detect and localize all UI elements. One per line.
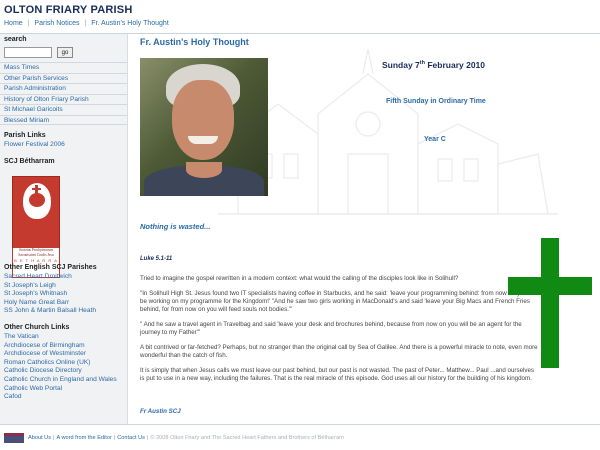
church-link[interactable]: The Vatican — [0, 333, 127, 342]
main-content: Fr. Austin's Holy Thought Sunday 7th Feb… — [130, 34, 600, 424]
search-input[interactable] — [4, 47, 52, 58]
nav-home-link[interactable]: Home — [4, 20, 23, 27]
fr-austin-portrait — [140, 58, 268, 196]
page-title: Fr. Austin's Holy Thought — [140, 37, 249, 47]
scj-parish-link[interactable]: St Joseph's Leigh — [0, 282, 127, 291]
search-heading: search — [4, 36, 27, 43]
liturgical-sunday: Fifth Sunday in Ordinary Time — [386, 98, 486, 105]
reflection-subtitle: Nothing is wasted... — [140, 222, 211, 231]
other-church-section: Other Church Links The Vatican Archdioce… — [0, 322, 127, 402]
footer-copyright: © 2008 Olton Friary and The Sacred Heart… — [150, 435, 344, 441]
footer-logo — [4, 433, 24, 443]
scj-parish-link[interactable]: Sacred Heart Droitwich — [0, 273, 127, 282]
portrait-neck — [186, 162, 222, 178]
cross-icon — [35, 185, 38, 195]
church-link[interactable]: Catholic Web Portal — [0, 385, 127, 394]
liturgical-year: Year C — [424, 136, 446, 143]
sidebar-item-blessed-miriam[interactable]: Blessed Miriam — [0, 114, 127, 125]
sidebar-item-parish-administration[interactable]: Parish Administration — [0, 83, 127, 94]
church-link[interactable]: Archdiocese of Birmingham — [0, 342, 127, 351]
nav-parish-notices-link[interactable]: Parish Notices — [34, 20, 79, 27]
sacred-heart-icon — [29, 193, 45, 207]
other-scj-section: Other English SCJ Parishes Sacred Heart … — [0, 262, 127, 316]
footer-links: About Us | A word from the Editor | Contact … — [28, 435, 344, 441]
scj-parish-link[interactable]: SS John & Martin Balsall Heath — [0, 307, 127, 316]
scj-parish-link[interactable]: St Joseph's Whitnash — [0, 290, 127, 299]
search-go-button[interactable]: go — [57, 47, 73, 58]
green-cross-icon — [508, 238, 592, 368]
church-watermark-icon — [218, 48, 558, 215]
church-link[interactable]: Catholic Church in England and Wales — [0, 376, 127, 385]
other-church-heading: Other Church Links — [4, 324, 70, 331]
author-signature: Fr Austin SCJ — [140, 408, 181, 415]
cross-vertical-beam — [541, 238, 559, 368]
reflection-paragraph: " And he saw a travel agent in Travelbag… — [140, 321, 522, 337]
site-title: OLTON FRIARY PARISH — [4, 4, 133, 16]
sidebar-menu: Mass Times Other Parish Services Parish … — [0, 62, 127, 125]
gospel-reference: Luke 5.1-11 — [140, 256, 173, 262]
flower-festival-link[interactable]: Flower Festival 2006 — [0, 141, 127, 150]
church-link[interactable]: Roman Catholics Online (UK) — [0, 359, 127, 368]
church-link[interactable]: Cafod — [0, 393, 127, 402]
sidebar-item-mass-times[interactable]: Mass Times — [0, 62, 127, 73]
portrait-face — [172, 80, 234, 160]
site-footer: About Us | A word from the Editor | Contact … — [0, 424, 600, 450]
cross-icon-bar — [32, 188, 41, 190]
nav-separator: | — [84, 20, 87, 27]
date-suffix: February 2010 — [425, 60, 486, 70]
parish-links-section: Parish Links Flower Festival 2006 — [0, 130, 127, 150]
sidebar-item-other-parish-services[interactable]: Other Parish Services — [0, 72, 127, 84]
top-navigation: Home | Parish Notices | Fr. Austin's Hol… — [4, 20, 169, 27]
footer-editor-link[interactable]: A word from the Editor — [56, 435, 111, 441]
sidebar-item-history[interactable]: History of Olton Friary Parish — [0, 93, 127, 105]
reflection-paragraph: It is simply that when Jesus calls we mu… — [140, 367, 535, 383]
scj-heading: SCJ Bétharram — [4, 158, 55, 165]
reflection-paragraph: "In Solihull High St. Jesus found two IT… — [140, 289, 531, 314]
nav-holy-thought-link[interactable]: Fr. Austin's Holy Thought — [91, 20, 168, 27]
scj-section: SCJ Bétharram Societas Presbyterorum Sac… — [0, 156, 127, 278]
cross-horizontal-beam — [508, 277, 592, 295]
church-link[interactable]: Catholic Diocese Directory — [0, 367, 127, 376]
footer-contact-link[interactable]: Contact Us — [117, 435, 145, 441]
scj-logo[interactable] — [12, 176, 60, 256]
portrait-smile — [188, 136, 218, 144]
date-prefix: Sunday 7 — [382, 60, 420, 70]
scj-parish-link[interactable]: Holy Name Great Barr — [0, 299, 127, 308]
footer-about-link[interactable]: About Us — [28, 435, 51, 441]
reflection-body: Tried to imagine the gospel rewritten in… — [140, 275, 538, 390]
church-link[interactable]: Archdiocese of Westminster — [0, 350, 127, 359]
reflection-paragraph: A bit contrived or far-fetched? Perhaps,… — [140, 344, 538, 360]
site-header: OLTON FRIARY PARISH Home | Parish Notice… — [0, 0, 600, 34]
other-scj-heading: Other English SCJ Parishes — [4, 264, 97, 271]
sunday-date: Sunday 7th February 2010 — [382, 60, 485, 70]
parish-links-heading: Parish Links — [4, 132, 46, 139]
sidebar-item-st-michael-garicoits[interactable]: St Michael Garicoits — [0, 104, 127, 115]
reflection-paragraph: Tried to imagine the gospel rewritten in… — [140, 275, 459, 282]
search-form: go — [3, 47, 123, 59]
nav-separator: | — [27, 20, 30, 27]
sidebar: search go Mass Times Other Parish Servic… — [0, 34, 128, 424]
